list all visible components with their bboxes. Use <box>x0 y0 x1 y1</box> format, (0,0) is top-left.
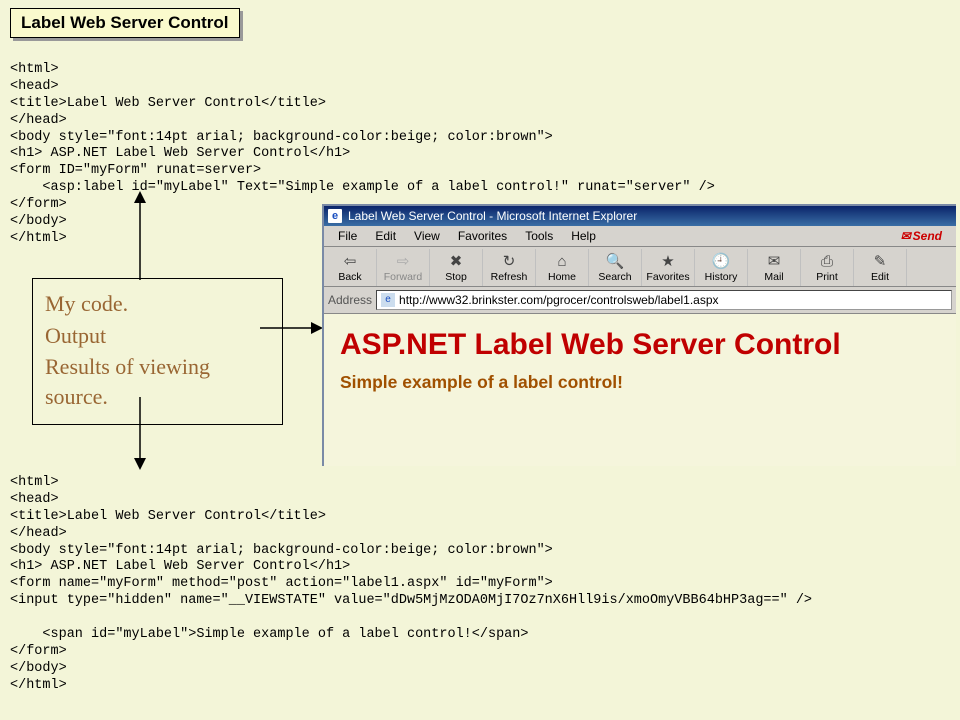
address-input[interactable]: e http://www32.brinkster.com/pgrocer/con… <box>376 290 952 310</box>
source-code-rendered: <html> <head> <title>Label Web Server Co… <box>10 475 812 694</box>
page-icon: e <box>381 293 395 307</box>
menu-file[interactable]: File <box>330 228 365 244</box>
browser-window: e Label Web Server Control - Microsoft I… <box>322 204 956 466</box>
print-icon: ⎙ <box>816 251 838 271</box>
toolbar-favorites-button[interactable]: ★Favorites <box>642 249 695 286</box>
annotation-line-2: Output <box>45 321 270 351</box>
toolbar-history-button[interactable]: 🕘History <box>695 249 748 286</box>
section-title: Label Web Server Control <box>10 8 240 38</box>
arrow-to-browser <box>258 318 328 338</box>
address-label: Address <box>328 293 372 307</box>
home-icon: ⌂ <box>551 251 573 271</box>
menu-help[interactable]: Help <box>563 228 604 244</box>
back-arrow-icon: ⇦ <box>339 251 361 271</box>
browser-address-bar: Address e http://www32.brinkster.com/pgr… <box>324 287 956 314</box>
toolbar-forward-button[interactable]: ⇨Forward <box>377 249 430 286</box>
toolbar-print-button[interactable]: ⎙Print <box>801 249 854 286</box>
menu-tools[interactable]: Tools <box>517 228 561 244</box>
annotation-line-1: My code. <box>45 289 270 319</box>
search-icon: 🔍 <box>604 251 626 271</box>
menu-favorites[interactable]: Favorites <box>450 228 515 244</box>
page-heading: ASP.NET Label Web Server Control <box>340 328 940 362</box>
mail-icon: ✉ <box>763 251 785 271</box>
arrow-to-code <box>100 190 180 290</box>
url-text: http://www32.brinkster.com/pgrocer/contr… <box>399 293 718 307</box>
toolbar-home-button[interactable]: ⌂Home <box>536 249 589 286</box>
toolbar-edit-button[interactable]: ✎Edit <box>854 249 907 286</box>
toolbar-refresh-button[interactable]: ↻Refresh <box>483 249 536 286</box>
browser-menubar: File Edit View Favorites Tools Help Send <box>324 226 956 247</box>
toolbar-search-button[interactable]: 🔍Search <box>589 249 642 286</box>
forward-arrow-icon: ⇨ <box>392 251 414 271</box>
browser-titlebar: e Label Web Server Control - Microsoft I… <box>324 206 956 226</box>
menu-view[interactable]: View <box>406 228 448 244</box>
refresh-icon: ↻ <box>498 251 520 271</box>
stop-icon: ✖ <box>445 251 467 271</box>
browser-viewport: ASP.NET Label Web Server Control Simple … <box>324 314 956 466</box>
menu-send[interactable]: Send <box>893 228 950 244</box>
toolbar-back-button[interactable]: ⇦Back <box>324 249 377 286</box>
edit-icon: ✎ <box>869 251 891 271</box>
arrow-to-rendered-source <box>100 395 180 475</box>
page-label-output: Simple example of a label control! <box>340 372 940 393</box>
browser-title-text: Label Web Server Control - Microsoft Int… <box>348 209 637 223</box>
browser-app-icon: e <box>328 209 342 223</box>
toolbar-mail-button[interactable]: ✉Mail <box>748 249 801 286</box>
favorites-icon: ★ <box>657 251 679 271</box>
browser-toolbar: ⇦Back ⇨Forward ✖Stop ↻Refresh ⌂Home 🔍Sea… <box>324 247 956 287</box>
toolbar-stop-button[interactable]: ✖Stop <box>430 249 483 286</box>
history-icon: 🕘 <box>710 251 732 271</box>
menu-edit[interactable]: Edit <box>367 228 404 244</box>
